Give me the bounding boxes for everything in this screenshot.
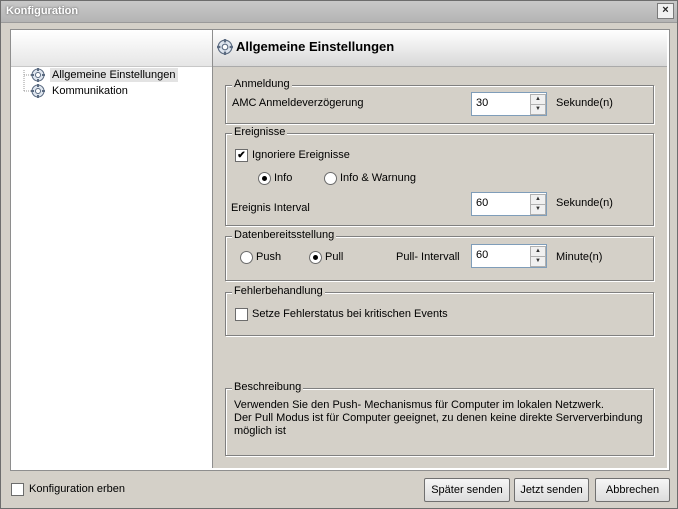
- window-title: Konfiguration: [6, 5, 79, 17]
- pull-interval-input[interactable]: [472, 245, 536, 265]
- anmeldung-group: Anmeldung AMC Anmeldeverzögerung ▲ ▼ Sek…: [225, 78, 654, 124]
- config-window: Konfiguration × Allgemeine Einstellungen: [0, 0, 678, 509]
- spinner-buttons: ▲ ▼: [530, 193, 546, 215]
- gear-globe-icon: [217, 39, 233, 55]
- event-interval-label: Ereignis Interval: [231, 202, 310, 214]
- pull-interval-unit: Minute(n): [556, 251, 603, 263]
- spinner-buttons: ▲ ▼: [530, 245, 546, 267]
- delay-unit: Sekunde(n): [556, 97, 613, 109]
- radio-info-warning[interactable]: [324, 172, 337, 185]
- checkmark-icon: ✔: [237, 150, 246, 161]
- delay-spinner[interactable]: ▲ ▼: [471, 92, 547, 116]
- radio-pull[interactable]: [309, 251, 322, 264]
- ignore-events-checkbox[interactable]: ✔: [235, 149, 248, 162]
- radio-info[interactable]: [258, 172, 271, 185]
- radio-push[interactable]: [240, 251, 253, 264]
- description-line: Der Pull Modus ist für Computer geeignet…: [234, 412, 643, 424]
- delay-label: AMC Anmeldeverzögerung: [232, 97, 364, 109]
- spinner-down-icon[interactable]: ▼: [530, 204, 546, 215]
- radio-push-label: Push: [256, 251, 282, 263]
- tree-item-label: Allgemeine Einstellungen: [50, 68, 178, 82]
- event-interval-unit: Sekunde(n): [556, 197, 613, 209]
- ignore-events-label: Ignoriere Ereignisse: [252, 149, 350, 161]
- description-text: Verwenden Sie den Push- Mechanismus für …: [234, 399, 648, 438]
- tree-header: [11, 30, 212, 67]
- send-later-button[interactable]: Später senden: [424, 478, 510, 502]
- delay-input[interactable]: [472, 93, 536, 113]
- event-interval-input[interactable]: [472, 193, 536, 213]
- ereignisse-group: Ereignisse ✔ Ignoriere Ereignisse Info I…: [225, 126, 654, 226]
- radio-selected-dot: [313, 255, 318, 260]
- gear-globe-icon: [31, 68, 45, 82]
- error-status-checkbox[interactable]: [235, 308, 248, 321]
- event-interval-spinner[interactable]: ▲ ▼: [471, 192, 547, 216]
- fehler-legend: Fehlerbehandlung: [232, 285, 325, 297]
- beschreibung-group: Beschreibung Verwenden Sie den Push- Mec…: [225, 381, 654, 456]
- tree-item-label: Kommunikation: [52, 85, 128, 97]
- title-bar: Konfiguration ×: [1, 1, 677, 23]
- daten-legend: Datenbereitsstellung: [232, 229, 337, 241]
- cancel-button[interactable]: Abbrechen: [595, 478, 670, 502]
- spinner-down-icon[interactable]: ▼: [530, 256, 546, 267]
- daten-group: Datenbereitsstellung Push Pull Pull- Int…: [225, 229, 654, 281]
- settings-panel: Allgemeine Einstellungen Anmeldung AMC A…: [213, 30, 667, 468]
- inherit-config-label: Konfiguration erben: [29, 483, 126, 495]
- radio-selected-dot: [262, 176, 267, 181]
- close-button[interactable]: ×: [657, 3, 674, 19]
- gear-globe-icon: [31, 84, 45, 98]
- spinner-buttons: ▲ ▼: [530, 93, 546, 115]
- settings-title: Allgemeine Einstellungen: [236, 39, 395, 54]
- description-line: möglich ist: [234, 425, 286, 437]
- fehler-group: Fehlerbehandlung Setze Fehlerstatus bei …: [225, 285, 654, 336]
- inherit-config-checkbox[interactable]: [11, 483, 24, 496]
- pull-interval-spinner[interactable]: ▲ ▼: [471, 244, 547, 268]
- spinner-down-icon[interactable]: ▼: [530, 104, 546, 115]
- navigation-tree: Allgemeine Einstellungen Kommunikation: [11, 30, 213, 468]
- ereignisse-legend: Ereignisse: [232, 126, 288, 138]
- radio-info-label: Info: [274, 172, 293, 184]
- pull-interval-label: Pull- Intervall: [396, 251, 460, 263]
- description-line: Verwenden Sie den Push- Mechanismus für …: [234, 399, 604, 411]
- tree-item-kommunikation[interactable]: Kommunikation: [31, 83, 130, 99]
- radio-pull-label: Pull: [325, 251, 344, 263]
- settings-header: Allgemeine Einstellungen: [213, 30, 667, 67]
- tree-item-allgemeine-einstellungen[interactable]: Allgemeine Einstellungen: [31, 67, 178, 83]
- beschreibung-legend: Beschreibung: [232, 381, 304, 393]
- radio-info-warning-label: Info & Warnung: [340, 172, 417, 184]
- error-status-label: Setze Fehlerstatus bei kritischen Events: [252, 308, 448, 320]
- anmeldung-legend: Anmeldung: [232, 78, 292, 90]
- send-now-button[interactable]: Jetzt senden: [514, 478, 589, 502]
